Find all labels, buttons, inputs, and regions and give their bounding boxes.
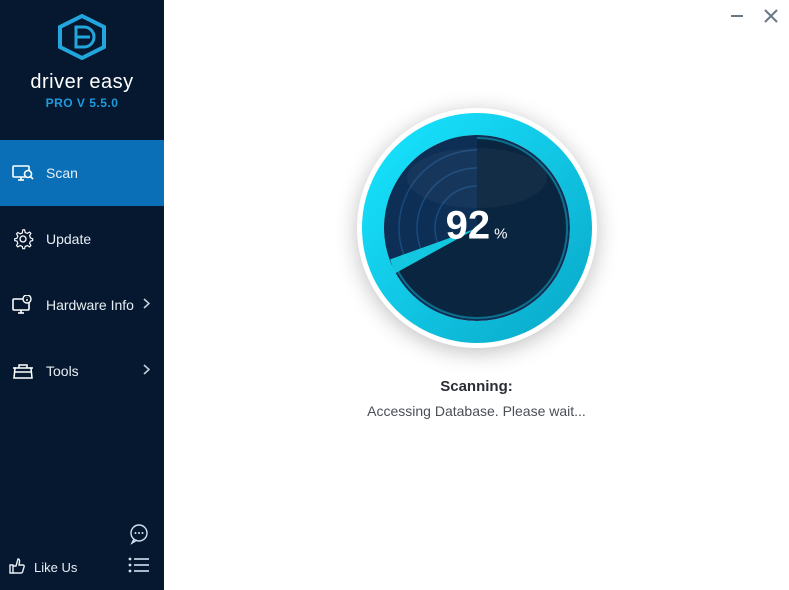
scan-content: 92 % Scanning: Accessing Database. Pleas…	[164, 0, 789, 419]
status-block: Scanning: Accessing Database. Please wai…	[367, 378, 586, 419]
brand-name: driver easy	[30, 71, 133, 94]
progress-gauge: 92 %	[357, 108, 597, 348]
status-detail: Accessing Database. Please wait...	[367, 403, 586, 419]
minimize-button[interactable]	[727, 6, 747, 26]
sidebar-item-update[interactable]: Update	[0, 206, 164, 272]
brand-block: driver easy PRO V 5.5.0	[0, 0, 164, 120]
progress-value: 92	[446, 204, 491, 249]
menu-list-icon[interactable]	[128, 557, 150, 578]
monitor-search-icon	[12, 162, 34, 184]
sidebar: driver easy PRO V 5.5.0 Scan	[0, 0, 164, 590]
sidebar-item-scan[interactable]: Scan	[0, 140, 164, 206]
sidebar-item-label: Tools	[46, 363, 143, 379]
status-title: Scanning:	[367, 378, 586, 395]
logo-icon	[56, 14, 108, 65]
brand-version: PRO V 5.5.0	[46, 96, 119, 110]
close-button[interactable]	[761, 6, 781, 26]
main-panel: 92 % Scanning: Accessing Database. Pleas…	[164, 0, 789, 590]
gear-icon	[12, 228, 34, 250]
sidebar-item-label: Hardware Info	[46, 297, 143, 313]
sidebar-nav: Scan Update Ha	[0, 140, 164, 404]
toolbox-icon	[12, 360, 34, 382]
sidebar-item-hardware-info[interactable]: Hardware Info	[0, 272, 164, 338]
sidebar-item-label: Update	[46, 231, 154, 247]
sidebar-footer: Like Us	[0, 530, 164, 590]
thumbs-up-icon	[8, 557, 26, 578]
chevron-right-icon	[143, 362, 150, 380]
feedback-icon[interactable]	[128, 523, 150, 550]
like-us-label: Like Us	[34, 560, 77, 575]
progress-unit: %	[494, 226, 507, 243]
progress-readout: 92 %	[446, 204, 508, 249]
monitor-info-icon	[12, 294, 34, 316]
sidebar-item-label: Scan	[46, 165, 154, 181]
window-controls	[727, 6, 781, 26]
sidebar-item-tools[interactable]: Tools	[0, 338, 164, 404]
like-us-button[interactable]: Like Us	[8, 557, 77, 578]
chevron-right-icon	[143, 296, 150, 314]
